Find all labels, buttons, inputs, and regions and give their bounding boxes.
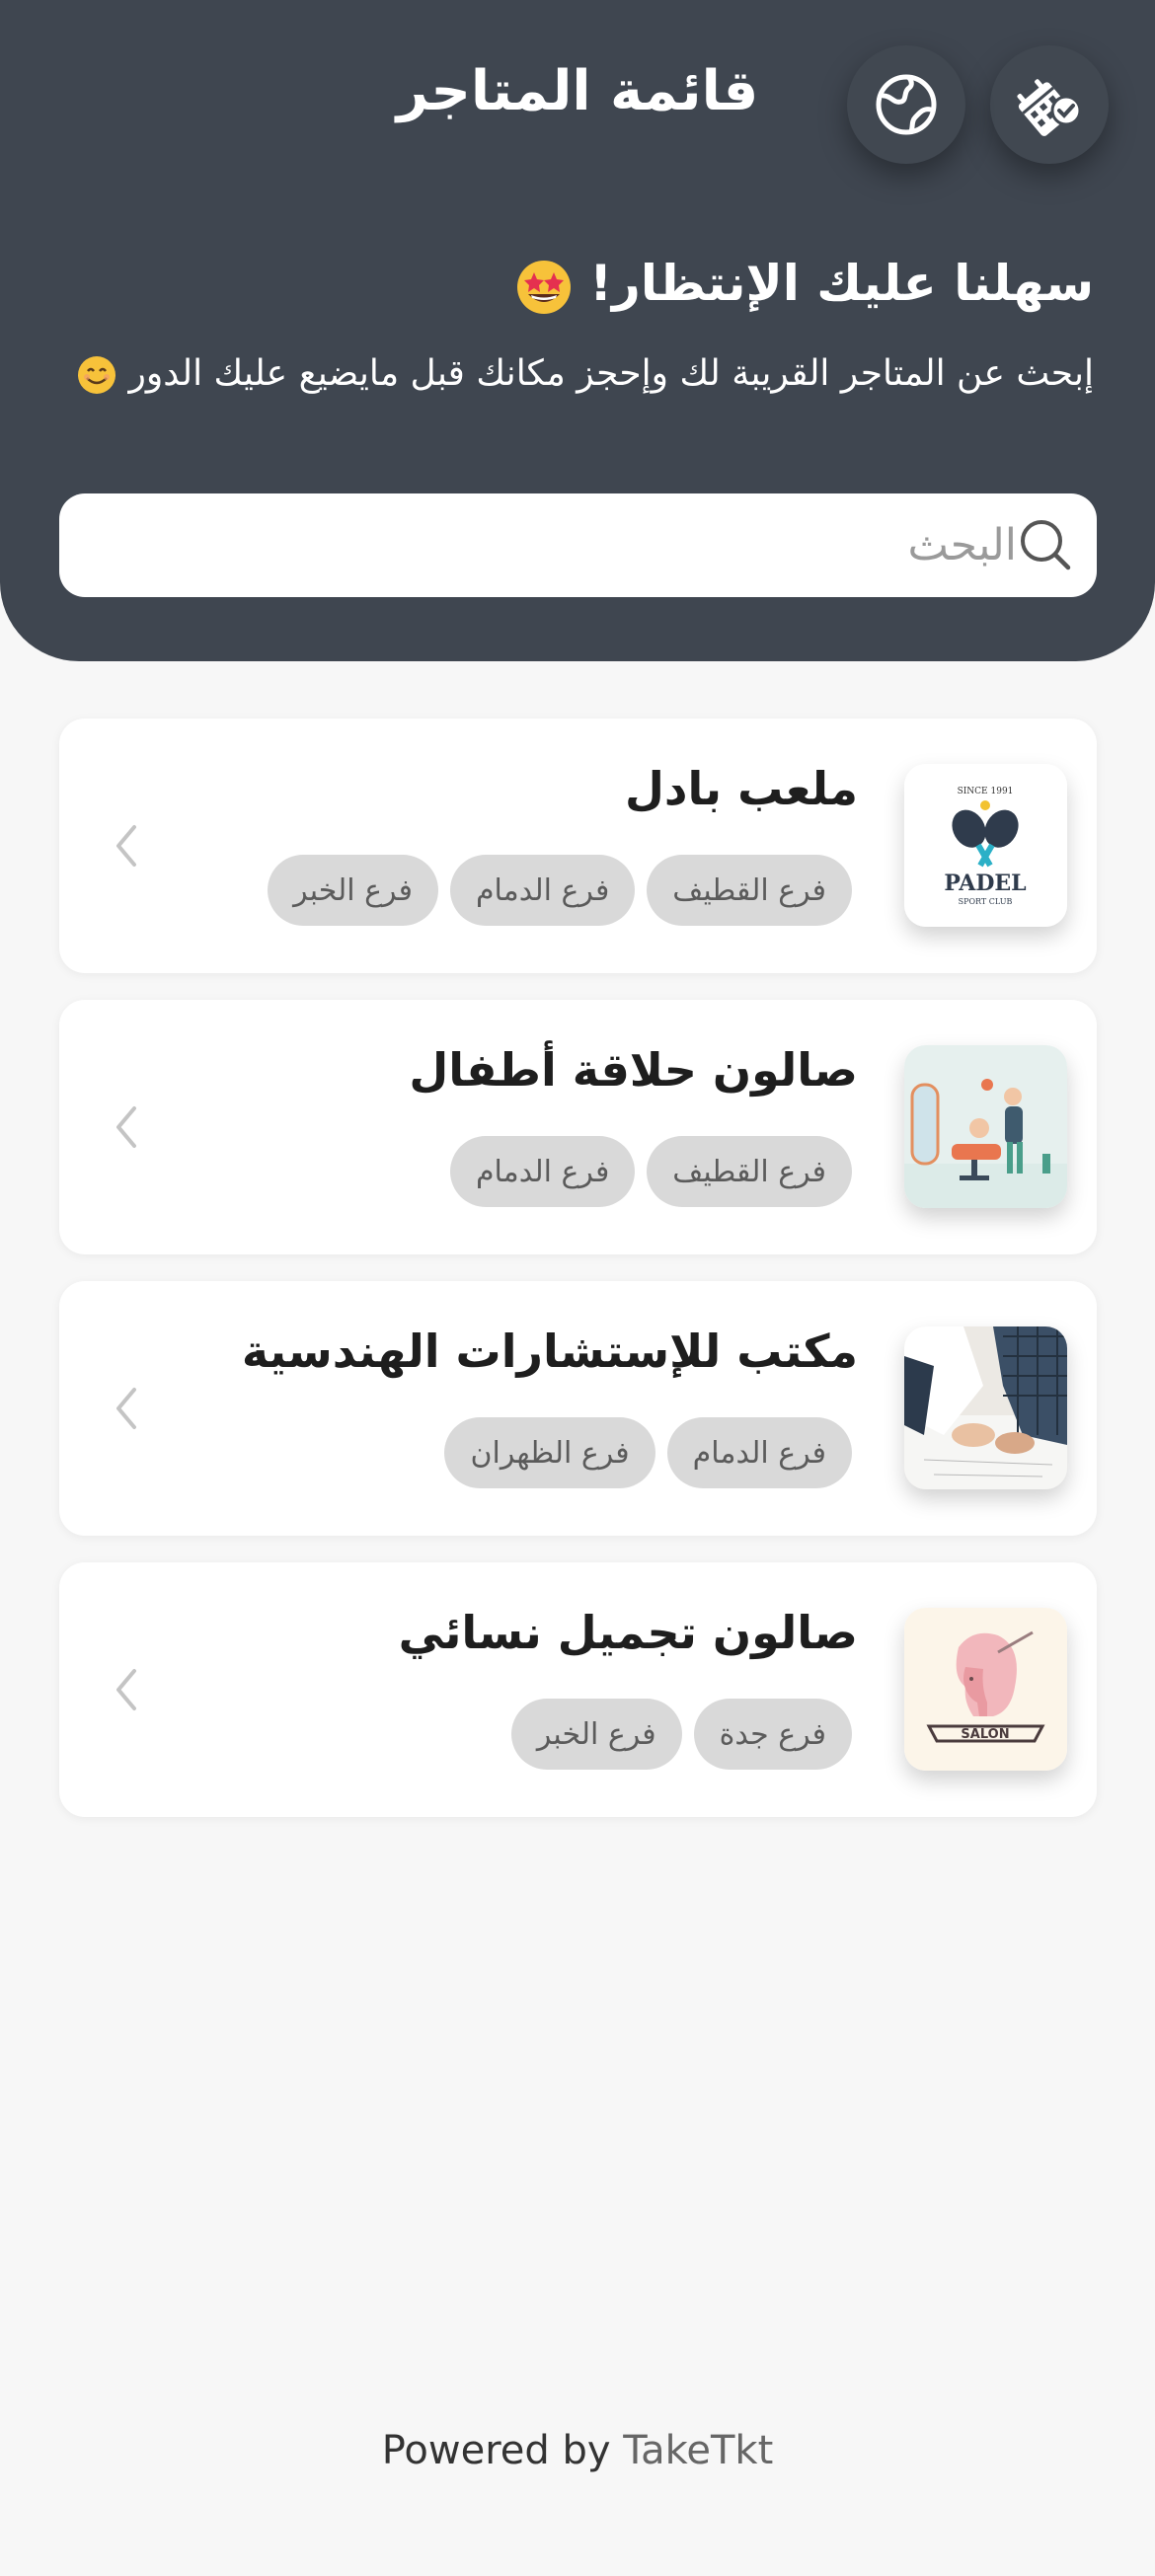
branch-tags: فرع القطيف فرع الدمام: [449, 1136, 852, 1207]
calendar-button[interactable]: [990, 45, 1109, 164]
chevron-left-icon[interactable]: [111, 1102, 140, 1152]
branch-tag[interactable]: فرع الخبر: [268, 855, 438, 926]
chevron-left-icon[interactable]: [111, 1384, 140, 1433]
header: قائمة المتاجر سهلنا عليك الإنتظار! إبحث …: [0, 0, 1155, 661]
footer: Powered by TakeTkt: [0, 2428, 1155, 2473]
page-title: قائمة المتاجر: [396, 59, 759, 123]
welcome-heading: سهلنا عليك الإنتظار!: [515, 255, 1094, 316]
search-icon: [1021, 520, 1071, 570]
branch-tag[interactable]: فرع الدمام: [666, 1417, 852, 1488]
footer-brand-link[interactable]: TakeTkt: [623, 2428, 773, 2473]
calendar-check-icon: [1017, 79, 1082, 136]
padel-word: PADEL: [944, 871, 1026, 896]
welcome-text: سهلنا عليك الإنتظار!: [589, 255, 1094, 312]
salon-word: SALON: [961, 1727, 1009, 1742]
subtitle: إبحث عن المتاجر القريبة لك وإحجز مكانك ق…: [76, 353, 1094, 396]
store-card[interactable]: صالون حلاقة أطفال فرع القطيف فرع الدمام: [59, 1000, 1097, 1254]
search-bar[interactable]: [59, 493, 1097, 597]
store-name: صالون تجميل نسائي: [398, 1606, 858, 1659]
store-card[interactable]: SALON صالون تجميل نسائي فرع جدة فرع الخب…: [59, 1562, 1097, 1817]
branch-tag[interactable]: فرع الظهران: [444, 1417, 655, 1488]
store-image-salon: SALON: [904, 1608, 1067, 1771]
chevron-left-icon[interactable]: [111, 821, 140, 871]
store-name: مكتب للإستشارات الهندسية: [241, 1325, 858, 1378]
subtitle-text: إبحث عن المتاجر القريبة لك وإحجز مكانك ق…: [128, 353, 1094, 394]
branch-tags: فرع القطيف فرع الدمام فرع الخبر: [268, 855, 852, 926]
store-name: ملعب بادل: [625, 762, 858, 815]
padel-sub-text: SPORT CLUB: [959, 897, 1013, 906]
branch-tags: فرع جدة فرع الخبر: [510, 1699, 852, 1770]
branch-tag[interactable]: فرع الخبر: [510, 1699, 682, 1770]
globe-button[interactable]: [847, 45, 965, 164]
branch-tag[interactable]: فرع الدمام: [449, 1136, 636, 1207]
branch-tag[interactable]: فرع الدمام: [449, 855, 636, 926]
store-card[interactable]: مكتب للإستشارات الهندسية فرع الدمام فرع …: [59, 1281, 1097, 1536]
globe-icon: [876, 74, 937, 135]
footer-prefix: Powered by: [381, 2428, 624, 2473]
branch-tag[interactable]: فرع القطيف: [647, 1136, 852, 1207]
search-input[interactable]: [99, 493, 1017, 597]
store-card[interactable]: SINCE 1991 PADEL SPORT CLUB ملعب بادل فر…: [59, 719, 1097, 973]
branch-tags: فرع الدمام فرع الظهران: [444, 1417, 852, 1488]
chevron-left-icon[interactable]: [111, 1665, 140, 1714]
padel-since-text: SINCE 1991: [958, 787, 1014, 796]
store-name: صالون حلاقة أطفال: [409, 1043, 858, 1097]
branch-tag[interactable]: فرع القطيف: [647, 855, 852, 926]
store-image-kids-barber: [904, 1045, 1067, 1208]
star-struck-emoji: [516, 260, 571, 314]
smiling-emoji: [78, 356, 116, 394]
store-image-padel: SINCE 1991 PADEL SPORT CLUB: [904, 764, 1067, 927]
store-image-engineering: [904, 1326, 1067, 1489]
branch-tag[interactable]: فرع جدة: [693, 1699, 852, 1770]
